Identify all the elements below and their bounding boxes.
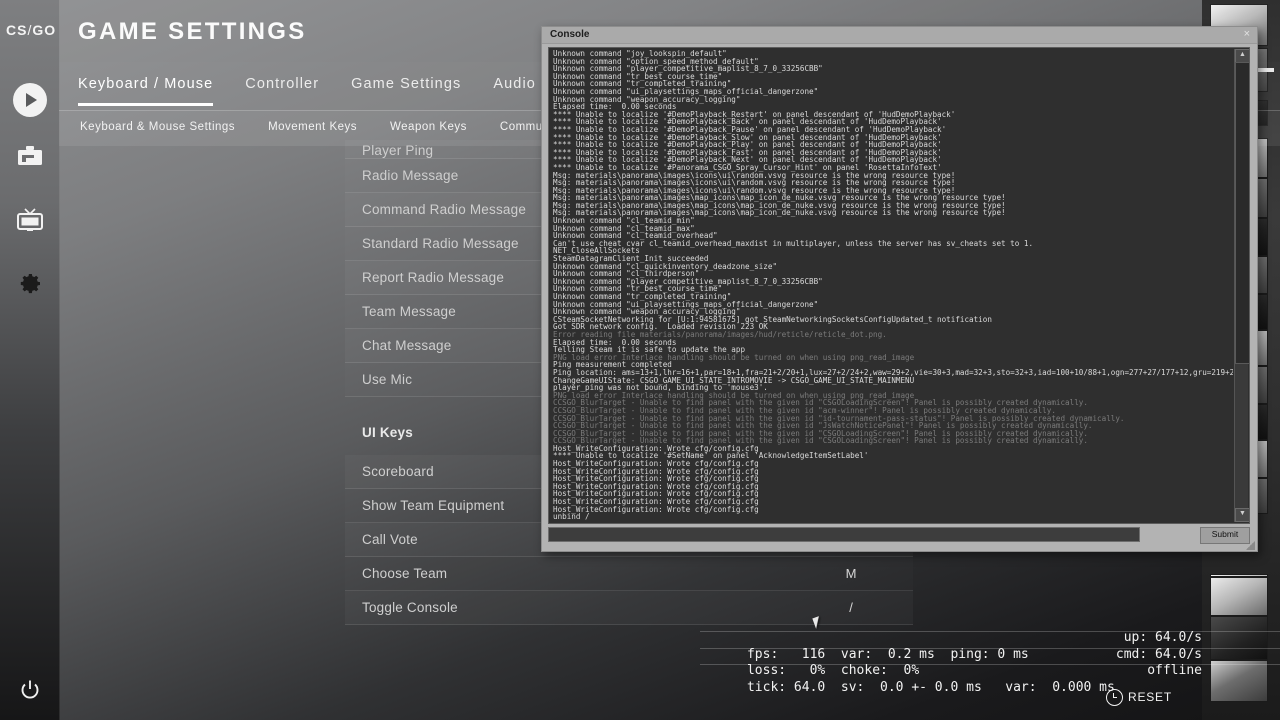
page-title: GAME SETTINGS (78, 18, 307, 46)
reset-button[interactable]: RESET (1106, 689, 1172, 706)
settings-row-label: Toggle Console (362, 600, 458, 615)
netgraph-row: loss: 0% choke: 0% cmd: 64.0/s (700, 647, 1280, 664)
sidebar-item-quit[interactable] (0, 668, 59, 712)
console-line: Host_WriteConfiguration: Wrote cfg/confi… (553, 506, 1233, 514)
settings-row-binding[interactable]: / (811, 600, 891, 615)
settings-row-label: UI Keys (362, 425, 413, 440)
settings-row-label: Command Radio Message (362, 202, 526, 217)
sidebar-item-settings[interactable] (0, 262, 59, 306)
inventory-icon (16, 144, 44, 168)
settings-row[interactable]: Toggle Console / (345, 591, 913, 625)
logo-text-cs: CS (6, 22, 27, 38)
settings-row-label: Standard Radio Message (362, 236, 519, 251)
subtab-movement-keys[interactable]: Movement Keys (268, 121, 357, 133)
subtab-bar: Keyboard & Mouse Settings Movement Keys We… (80, 121, 618, 133)
background-thumbnail (1210, 574, 1268, 616)
netgraph-status: offline (1147, 663, 1202, 680)
netgraph-row: fps: 116 var: 0.2 ms ping: 0 ms up: 64.0… (700, 630, 1280, 647)
scrollbar-thumb[interactable] (1235, 62, 1250, 364)
console-input-row: Submit (548, 527, 1250, 544)
reset-label: RESET (1128, 689, 1172, 706)
background-thumbnail (1210, 576, 1268, 578)
settings-row-label: Chat Message (362, 338, 451, 353)
console-titlebar[interactable]: Console × (542, 27, 1257, 44)
console-scrollbar[interactable]: ▲ ▼ (1234, 49, 1248, 522)
settings-row-label: Scoreboard (362, 464, 434, 479)
settings-row-label: Player Ping (362, 143, 433, 158)
settings-row-binding[interactable]: M (811, 566, 891, 581)
csgo-logo: CS/GO (6, 22, 56, 38)
tv-icon (15, 208, 45, 232)
settings-row-label: Call Vote (362, 532, 418, 547)
settings-row-label: Use Mic (362, 372, 412, 387)
tab-keyboard-mouse[interactable]: Keyboard / Mouse (78, 76, 213, 106)
net-graph: fps: 116 var: 0.2 ms ping: 0 ms up: 64.0… (700, 630, 1280, 702)
resize-handle[interactable] (1246, 541, 1255, 550)
settings-row-label: Show Team Equipment (362, 498, 504, 513)
left-nav-rail (0, 0, 60, 720)
tab-controller[interactable]: Controller (245, 76, 319, 106)
settings-row[interactable]: Choose Team M (345, 557, 913, 591)
netgraph-up-rate: up: 64.0/s (1124, 630, 1202, 647)
play-icon (13, 83, 47, 117)
submit-button[interactable]: Submit (1200, 527, 1250, 544)
console-window[interactable]: Console × Unknown command "joy_lookspin_… (541, 26, 1258, 552)
netgraph-tick-line: tick: 64.0 sv: 0.0 +- 0.0 ms var: 0.000 … (747, 680, 1115, 695)
scroll-up-arrow[interactable]: ▲ (1235, 49, 1250, 63)
subtab-keyboard-mouse-settings[interactable]: Keyboard & Mouse Settings (80, 121, 235, 133)
console-title: Console (550, 29, 589, 40)
console-command-input[interactable] (548, 527, 1140, 542)
close-icon[interactable]: × (1244, 28, 1250, 40)
scroll-down-arrow[interactable]: ▼ (1235, 508, 1250, 522)
netgraph-row: tick: 64.0 sv: 0.0 +- 0.0 ms var: 0.000 … (700, 663, 1280, 680)
reset-clock-icon (1106, 689, 1123, 706)
console-output-area: Unknown command "joy_lookspin_default"Un… (548, 47, 1250, 524)
settings-row-label: Choose Team (362, 566, 447, 581)
settings-row-label: Team Message (362, 304, 456, 319)
netgraph-cmd-rate: cmd: 64.0/s (1116, 647, 1202, 664)
console-line: Can't use cheat cvar cl_teamid_overhead_… (553, 240, 1233, 248)
sidebar-item-watch[interactable] (0, 198, 59, 242)
gear-icon (17, 271, 43, 297)
subtab-weapon-keys[interactable]: Weapon Keys (390, 121, 467, 133)
console-log: Unknown command "joy_lookspin_default"Un… (553, 50, 1233, 521)
sidebar-item-play[interactable] (0, 78, 59, 122)
logo-text-go: GO (32, 22, 56, 38)
power-icon (18, 678, 42, 702)
app-root: 29 | (0, 0, 1280, 720)
tab-game-settings[interactable]: Game Settings (351, 76, 461, 106)
settings-row-label: Report Radio Message (362, 270, 504, 285)
settings-row-label: Radio Message (362, 168, 458, 183)
sidebar-item-inventory[interactable] (0, 134, 59, 178)
